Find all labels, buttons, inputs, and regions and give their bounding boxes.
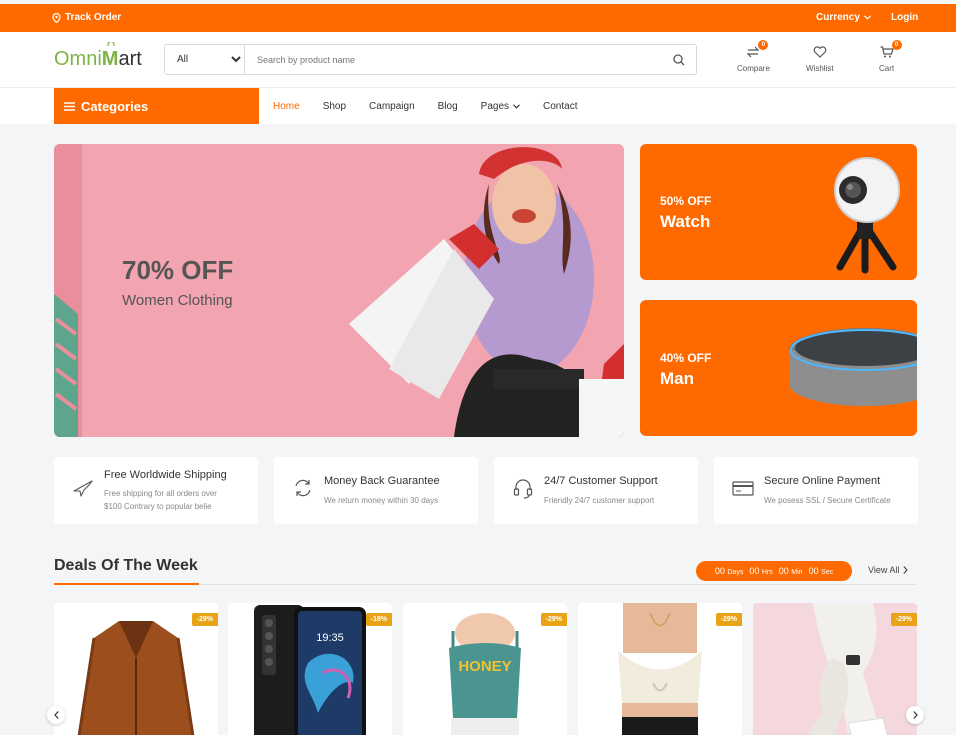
currency-label: Currency — [816, 12, 860, 23]
timer-days: 00 Days — [714, 566, 744, 576]
promo-man[interactable]: 40% OFF Man — [640, 300, 917, 436]
view-all-link[interactable]: View All — [868, 565, 909, 575]
feature-money-back-desc: We return money within 30 days — [324, 496, 439, 505]
deals-title-underline — [54, 583, 199, 585]
logo[interactable]: Omni M art — [54, 42, 142, 71]
promo-man-discount: 40% OFF — [660, 351, 712, 365]
feature-shipping-desc-2: $100 Contrary to popular belie — [104, 502, 212, 511]
discount-badge: -18% — [365, 613, 392, 626]
deals-section-title: Deals Of The Week — [54, 557, 198, 574]
location-pin-icon — [52, 12, 61, 23]
wishlist-label: Wishlist — [806, 64, 834, 73]
chevron-right-icon — [903, 566, 909, 574]
nav-item-home[interactable]: Home — [273, 101, 300, 112]
compare-button[interactable]: 0 Compare — [737, 40, 770, 73]
hero-banner[interactable]: 70% OFF Women Clothing — [54, 144, 624, 437]
cart-count-badge: 0 — [891, 40, 902, 50]
hamburger-menu-icon — [64, 101, 75, 111]
logo-prefix: Omni — [54, 48, 102, 70]
carousel-next-button[interactable] — [906, 706, 924, 724]
compare-label: Compare — [737, 64, 770, 73]
nav-menu: Home Shop Campaign Blog Pages Contact — [273, 88, 600, 124]
feature-support-title: 24/7 Customer Support — [544, 475, 658, 487]
logo-m: M — [102, 42, 118, 71]
compare-count-badge: 0 — [758, 40, 769, 50]
logo-suffix: art — [118, 48, 142, 70]
product-card[interactable]: -29% — [54, 603, 218, 735]
headset-icon — [513, 479, 533, 499]
nav-item-pages-label: Pages — [480, 100, 510, 112]
feature-shipping-desc-1: Free shipping for all orders over — [104, 489, 217, 498]
timer-seconds: 00 Sec — [808, 566, 834, 576]
feature-money-back: Money Back Guarantee We return money wit… — [274, 457, 478, 524]
nav-item-shop[interactable]: Shop — [323, 101, 346, 112]
cart-label: Cart — [879, 64, 895, 73]
search-button[interactable] — [662, 45, 696, 74]
feature-secure-payment: Secure Online Payment We posess SSL / Se… — [714, 457, 918, 524]
categories-button[interactable]: Categories — [54, 88, 259, 124]
search-bar: All — [164, 44, 697, 75]
product-card[interactable]: HONEY -29% — [403, 603, 567, 735]
wishlist-button[interactable]: Wishlist — [806, 44, 834, 73]
chevron-right-icon — [912, 711, 918, 719]
camera-product-image — [834, 157, 900, 274]
feature-support: 24/7 Customer Support Friendly 24/7 cust… — [494, 457, 698, 524]
main-header: Omni M art All 0 Compare Wishlist 0 Cart — [0, 32, 956, 88]
feature-secure-payment-desc: We posess SSL / Secure Certificate — [764, 496, 891, 505]
product-card[interactable]: -29% — [578, 603, 742, 735]
promo-man-name: Man — [660, 369, 694, 388]
refresh-icon — [295, 479, 311, 497]
track-order-link[interactable]: Track Order — [52, 12, 121, 23]
nav-item-contact[interactable]: Contact — [543, 101, 577, 112]
shopping-bag-icon — [107, 42, 115, 46]
feature-shipping: Free Worldwide Shipping Free shipping fo… — [54, 457, 258, 524]
nav-item-blog[interactable]: Blog — [438, 101, 458, 112]
discount-badge: -29% — [715, 613, 742, 626]
view-all-label: View All — [868, 565, 900, 575]
promo-watch[interactable]: 50% OFF Watch — [640, 144, 917, 280]
hero-subtitle: Women Clothing — [122, 292, 233, 309]
timer-hours: 00 Hrs — [749, 566, 773, 576]
main-nav: Categories Home Shop Campaign Blog Pages… — [0, 88, 956, 124]
feature-shipping-title: Free Worldwide Shipping — [104, 469, 227, 481]
discount-badge: -29% — [540, 613, 567, 626]
hero-discount: 70% OFF — [122, 255, 234, 285]
promo-watch-name: Watch — [660, 212, 711, 231]
track-order-label: Track Order — [65, 12, 122, 23]
discount-badge: -29% — [890, 613, 917, 626]
smart-speaker-product-image — [789, 328, 917, 406]
shirt-print: HONEY — [458, 658, 511, 675]
timer-minutes: 00 Min — [778, 566, 803, 576]
feature-secure-payment-title: Secure Online Payment — [764, 475, 881, 487]
carousel-prev-button[interactable] — [47, 706, 65, 724]
hero-illustration — [54, 144, 624, 437]
heart-icon — [813, 46, 827, 58]
currency-dropdown[interactable]: Currency — [816, 12, 871, 23]
cart-button[interactable]: 0 Cart — [879, 40, 902, 73]
airplane-icon — [73, 480, 93, 497]
credit-card-icon — [732, 481, 754, 496]
nav-item-pages[interactable]: Pages — [481, 101, 520, 112]
category-select[interactable]: All — [165, 45, 245, 74]
top-bar: Track Order Currency Login — [0, 4, 956, 32]
chevron-down-icon — [863, 15, 871, 20]
chevron-left-icon — [53, 711, 59, 719]
promo-watch-discount: 50% OFF — [660, 194, 712, 208]
phone-screen-clock: 19:35 — [316, 632, 344, 644]
countdown-timer: 00 Days 00 Hrs 00 Min 00 Sec — [696, 561, 852, 581]
categories-label: Categories — [81, 98, 149, 114]
feature-support-desc: Friendly 24/7 customer support — [544, 496, 655, 505]
feature-money-back-title: Money Back Guarantee — [324, 475, 440, 487]
search-input[interactable] — [245, 45, 662, 74]
product-card[interactable]: -29% — [753, 603, 917, 735]
search-icon — [673, 53, 685, 65]
product-card[interactable]: 19:35 -18% — [228, 603, 392, 735]
login-link[interactable]: Login — [891, 12, 918, 23]
cart-icon — [880, 46, 894, 58]
chevron-down-icon — [513, 103, 520, 109]
nav-item-campaign[interactable]: Campaign — [369, 101, 415, 112]
discount-badge: -29% — [191, 613, 218, 626]
